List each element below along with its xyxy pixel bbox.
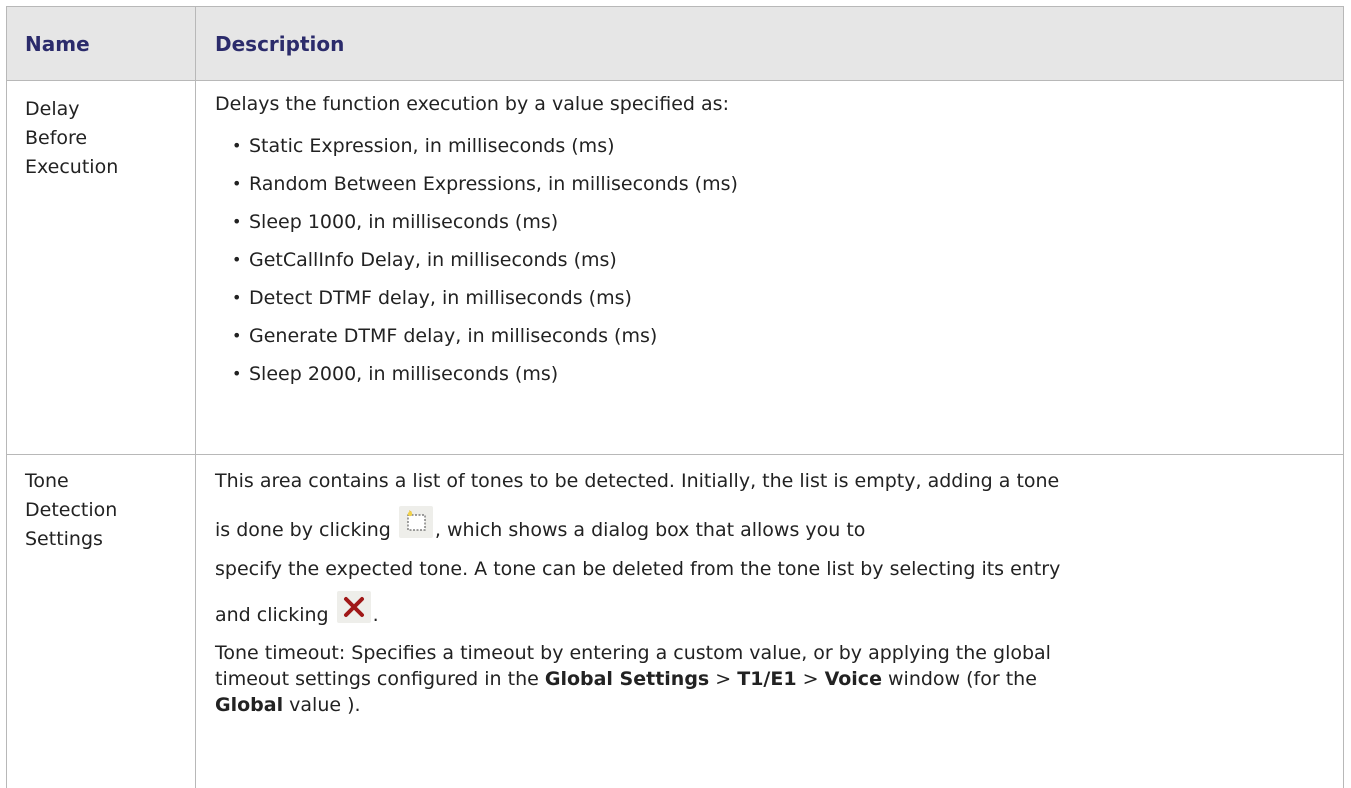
text-fragment: value ). [283,694,361,716]
global-settings-label: Global Settings [544,668,710,690]
row-description: Delays the function execution by a value… [196,81,1343,454]
text-fragment: . [372,604,379,626]
table-row: Delay Before Execution Delays the functi… [7,81,1343,455]
text-fragment: is done by clicking [215,519,397,541]
text-fragment: , which shows a dialog box that allows y… [434,519,866,541]
tone-text-line: is done by clicking , which shows a dial… [215,506,1329,545]
delay-intro: Delays the function execution by a value… [215,93,729,115]
header-name: Name [7,7,196,80]
name-line: Delay [25,98,80,120]
name-line: Settings [25,528,103,550]
name-line: Tone [25,470,69,492]
table-row: Tone Detection Settings This area contai… [7,455,1343,788]
text-fragment: timeout settings configured in the [215,668,545,690]
delete-x-icon [336,591,371,623]
row-description: This area contains a list of tones to be… [196,455,1343,788]
row-name-tone-detection-settings: Tone Detection Settings [7,455,196,788]
text-fragment: and clicking [215,604,335,626]
table-header-row: Name Description [7,7,1343,81]
list-item: Detect DTMF delay, in milliseconds (ms) [232,279,1329,317]
list-item: Static Expression, in milliseconds (ms) [232,127,1329,165]
text-fragment: > [709,668,738,690]
row-name-delay-before-execution: Delay Before Execution [7,81,196,454]
list-item: Random Between Expressions, in milliseco… [232,165,1329,203]
list-item: GetCallInfo Delay, in milliseconds (ms) [232,241,1329,279]
parameters-table: Name Description Delay Before Execution … [6,6,1344,788]
new-item-icon [398,506,433,538]
list-item: Generate DTMF delay, in milliseconds (ms… [232,317,1329,355]
delay-options-list: Static Expression, in milliseconds (ms) … [215,127,1329,393]
text-fragment: Tone timeout: Specifies a timeout by ent… [215,642,1051,664]
global-label: Global [215,694,284,716]
voice-label: Voice [824,668,882,690]
tone-text-line: This area contains a list of tones to be… [215,470,1060,492]
list-item: Sleep 2000, in milliseconds (ms) [232,355,1329,393]
list-item: Sleep 1000, in milliseconds (ms) [232,203,1329,241]
name-line: Before [25,127,88,149]
name-line: Detection [25,499,118,521]
text-fragment: > [796,668,825,690]
tone-text-line: and clicking . [215,591,1329,630]
t1-e1-label: T1/E1 [737,668,797,690]
tone-timeout-text: Tone timeout: Specifies a timeout by ent… [215,640,1329,718]
text-fragment: window (for the [881,668,1037,690]
header-description: Description [215,31,345,56]
tone-text-line: specify the expected tone. A tone can be… [215,558,1061,580]
name-line: Execution [25,156,119,178]
